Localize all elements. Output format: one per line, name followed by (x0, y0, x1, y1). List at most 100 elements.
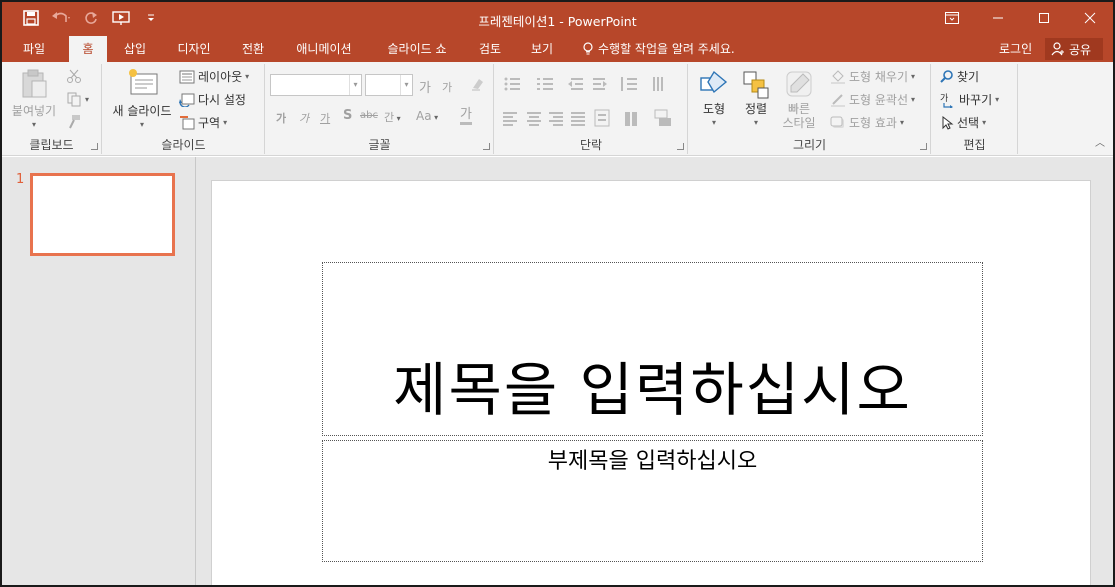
format-painter-button[interactable] (66, 114, 82, 130)
window-controls (929, 2, 1113, 34)
slide-thumbnail[interactable] (30, 173, 175, 256)
pencil-icon (831, 93, 845, 107)
tab-view[interactable]: 보기 (522, 36, 562, 62)
title-placeholder-text: 제목을 입력하십시오 (393, 356, 912, 424)
scissors-icon (67, 69, 81, 83)
group-font: ▾ ▾ 가 가 가 가 가 S abc 간 ▾ Aa ▾ 가 글꼴 (266, 64, 494, 154)
maximize-button[interactable] (1021, 2, 1067, 34)
section-icon (180, 115, 195, 129)
grow-font-button[interactable]: 가 (419, 77, 431, 96)
paste-button[interactable]: 붙여넣기 ▾ (6, 68, 62, 132)
new-slide-label: 새 슬라이드 (112, 104, 172, 118)
arrange-button[interactable]: 정렬 ▾ (735, 68, 777, 130)
title-placeholder[interactable]: 제목을 입력하십시오 (322, 262, 983, 436)
tab-review[interactable]: 검토 (470, 36, 510, 62)
slide-canvas[interactable]: 제목을 입력하십시오 부제목을 입력하십시오 (211, 180, 1091, 585)
shadow-button[interactable]: S (343, 108, 352, 123)
clipboard-group-label: 클립보드 (29, 138, 74, 152)
dropdown-arrow-icon: ▾ (711, 118, 716, 127)
shapes-icon (700, 70, 728, 94)
clipboard-launcher-icon[interactable] (91, 143, 98, 150)
section-label: 구역 (198, 116, 221, 130)
search-icon (940, 69, 953, 83)
font-size-combo[interactable]: ▾ (365, 74, 413, 96)
clear-formatting-icon (472, 79, 483, 91)
replace-button[interactable]: 가 바꾸기 ▾ (940, 91, 999, 108)
font-launcher-icon[interactable] (483, 143, 490, 150)
close-button[interactable] (1067, 2, 1113, 34)
group-drawing: 도형 ▾ 정렬 ▾ 빠른 스타일 도형 채우기 ▾ 도형 윤곽선 ▾ 도형 효과… (689, 64, 931, 154)
italic-button[interactable]: 가 (299, 110, 309, 126)
paste-icon (22, 69, 47, 98)
layout-button[interactable]: 레이아웃 ▾ (179, 68, 249, 85)
clear-formatting-button[interactable] (470, 76, 486, 95)
quick-styles-button[interactable]: 빠른 스타일 (777, 68, 821, 130)
tab-home[interactable]: 홈 (69, 36, 107, 62)
ribbon-display-icon (945, 12, 959, 24)
collapse-ribbon-icon[interactable]: ︿ (1095, 134, 1105, 149)
underline-button[interactable]: 가 (320, 110, 330, 126)
find-button[interactable]: 찾기 (940, 68, 979, 85)
tab-animations[interactable]: 애니메이션 (286, 36, 362, 62)
shape-effects-button[interactable]: 도형 효과 ▾ (830, 114, 904, 131)
tell-me-text: 수행할 작업을 알려 주세요. (598, 42, 735, 56)
group-slides: 새 슬라이드 ▾ 레이아웃 ▾ 다시 설정 구역 ▾ 슬라이드 (103, 64, 265, 154)
subtitle-placeholder-text: 부제목을 입력하십시오 (547, 449, 758, 474)
character-spacing-button[interactable]: 간 ▾ (384, 109, 401, 125)
slide-thumbnail-number: 1 (16, 172, 25, 187)
layout-label: 레이아웃 (198, 70, 243, 84)
replace-label: 바꾸기 (959, 93, 993, 107)
slide-editor: 제목을 입력하십시오 부제목을 입력하십시오 (197, 157, 1113, 585)
ribbon-display-options-button[interactable] (929, 2, 975, 34)
font-name-combo[interactable]: ▾ (270, 74, 362, 96)
font-color-button[interactable]: 가 (460, 108, 472, 125)
shapes-label: 도형 (702, 102, 726, 116)
copy-button[interactable]: ▾ (66, 91, 89, 107)
dropdown-arrow-icon: ▾ (911, 95, 916, 104)
arrange-icon (743, 71, 769, 99)
dropdown-arrow-icon: ▾ (982, 118, 987, 127)
paint-bucket-icon (831, 69, 845, 84)
change-case-label: Aa (416, 109, 432, 123)
group-editing: 찾기 가 바꾸기 ▾ 선택 ▾ 편집 (932, 64, 1018, 154)
reset-button[interactable]: 다시 설정 (179, 91, 246, 108)
svg-text:가: 가 (940, 93, 948, 104)
shrink-font-button[interactable]: 가 (442, 79, 452, 95)
quick-styles-label-1: 빠른 (787, 102, 811, 116)
arrange-label: 정렬 (744, 102, 768, 116)
dropdown-arrow-icon: ▾ (31, 120, 36, 129)
subtitle-placeholder[interactable]: 부제목을 입력하십시오 (322, 440, 983, 562)
bold-button[interactable]: 가 (276, 110, 286, 126)
dropdown-arrow-icon: ▾ (899, 118, 904, 127)
title-bar: 프레젠테이션1 - PowerPoint (2, 2, 1113, 36)
share-button[interactable]: 공유 (1045, 38, 1103, 60)
paragraph-group-label: 단락 (579, 138, 603, 152)
shape-fill-button[interactable]: 도형 채우기 ▾ (830, 68, 915, 85)
shape-fill-label: 도형 채우기 (849, 70, 909, 84)
shape-outline-button[interactable]: 도형 윤곽선 ▾ (830, 91, 915, 108)
shape-outline-label: 도형 윤곽선 (849, 93, 909, 107)
paragraph-launcher-icon[interactable] (677, 143, 684, 150)
tab-slideshow[interactable]: 슬라이드 쇼 (374, 36, 460, 62)
dropdown-arrow-icon: ▾ (245, 72, 250, 81)
quick-styles-icon (786, 71, 812, 97)
select-button[interactable]: 선택 ▾ (940, 114, 986, 131)
drawing-launcher-icon[interactable] (920, 143, 927, 150)
shapes-button[interactable]: 도형 ▾ (693, 68, 735, 130)
tell-me-box[interactable]: 수행할 작업을 알려 주세요. (582, 36, 735, 62)
tab-insert[interactable]: 삽입 (114, 36, 156, 62)
tab-transitions[interactable]: 전환 (232, 36, 274, 62)
minimize-button[interactable] (975, 2, 1021, 34)
strikethrough-button[interactable]: abc (360, 110, 378, 121)
cursor-icon (942, 115, 954, 130)
sign-in-link[interactable]: 로그인 (999, 36, 1032, 62)
cut-button[interactable] (66, 68, 82, 84)
change-case-button[interactable]: Aa ▾ (416, 109, 438, 123)
replace-icon: 가 (940, 93, 953, 108)
dropdown-arrow-icon: ▾ (753, 118, 758, 127)
slides-group-label: 슬라이드 (161, 138, 206, 152)
section-button[interactable]: 구역 ▾ (179, 114, 227, 131)
tab-file[interactable]: 파일 (12, 36, 56, 62)
new-slide-button[interactable]: 새 슬라이드 ▾ (107, 68, 177, 132)
tab-design[interactable]: 디자인 (168, 36, 220, 62)
